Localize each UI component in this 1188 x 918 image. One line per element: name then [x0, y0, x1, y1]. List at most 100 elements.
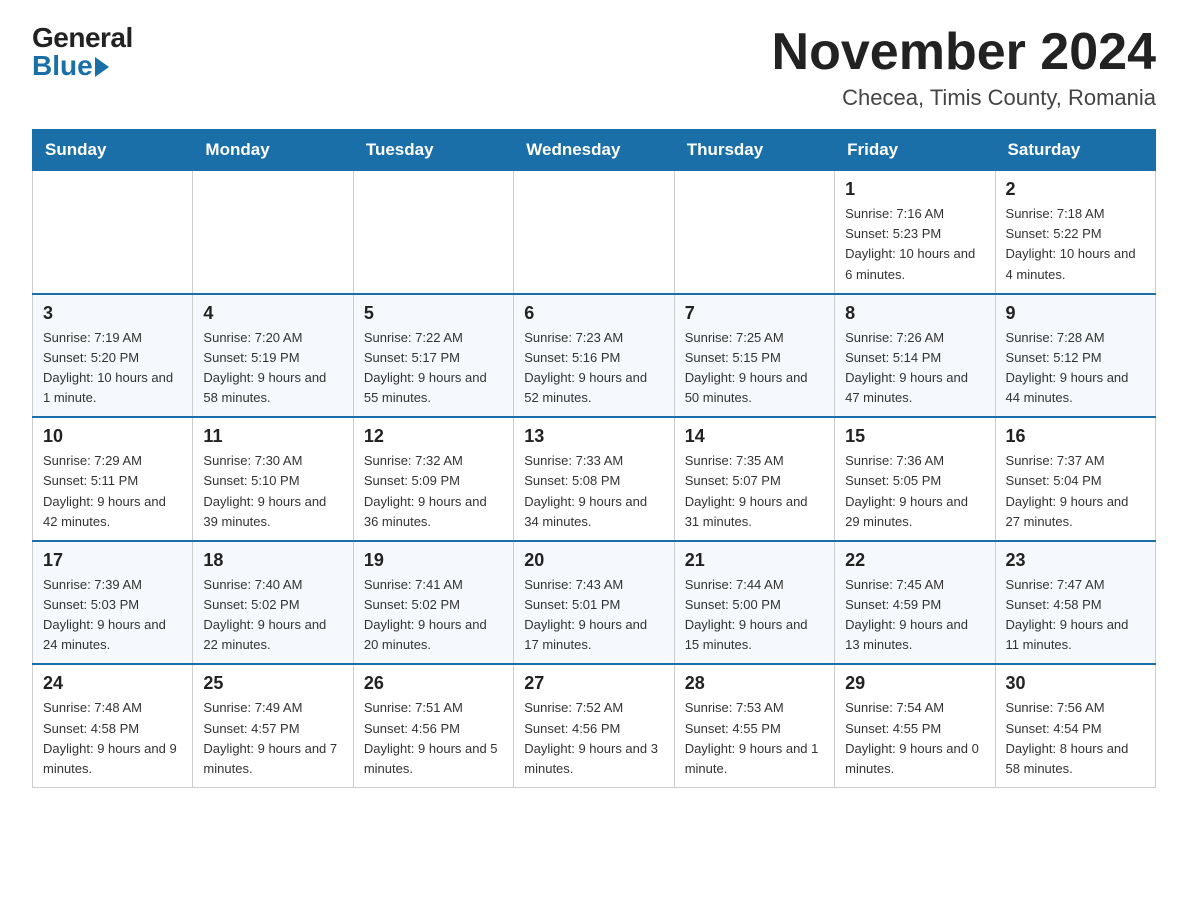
day-number: 27 [524, 673, 663, 694]
day-number: 19 [364, 550, 503, 571]
calendar-cell: 6 Sunrise: 7:23 AM Sunset: 5:16 PM Daylig… [514, 294, 674, 418]
calendar-cell: 27 Sunrise: 7:52 AM Sunset: 4:56 PM Dayli… [514, 664, 674, 787]
calendar-header-tuesday: Tuesday [353, 130, 513, 171]
day-number: 23 [1006, 550, 1145, 571]
calendar-cell [193, 171, 353, 294]
day-number: 5 [364, 303, 503, 324]
day-number: 15 [845, 426, 984, 447]
calendar-cell [514, 171, 674, 294]
day-info: Sunrise: 7:26 AM Sunset: 5:14 PM Dayligh… [845, 328, 984, 409]
day-number: 30 [1006, 673, 1145, 694]
day-number: 16 [1006, 426, 1145, 447]
calendar-header-sunday: Sunday [33, 130, 193, 171]
day-number: 9 [1006, 303, 1145, 324]
day-info: Sunrise: 7:18 AM Sunset: 5:22 PM Dayligh… [1006, 204, 1145, 285]
day-info: Sunrise: 7:22 AM Sunset: 5:17 PM Dayligh… [364, 328, 503, 409]
logo: General Blue [32, 24, 133, 80]
calendar-header-row: SundayMondayTuesdayWednesdayThursdayFrid… [33, 130, 1156, 171]
day-info: Sunrise: 7:30 AM Sunset: 5:10 PM Dayligh… [203, 451, 342, 532]
calendar-cell: 22 Sunrise: 7:45 AM Sunset: 4:59 PM Dayli… [835, 541, 995, 665]
day-number: 26 [364, 673, 503, 694]
day-info: Sunrise: 7:32 AM Sunset: 5:09 PM Dayligh… [364, 451, 503, 532]
day-info: Sunrise: 7:28 AM Sunset: 5:12 PM Dayligh… [1006, 328, 1145, 409]
day-number: 2 [1006, 179, 1145, 200]
calendar-cell: 18 Sunrise: 7:40 AM Sunset: 5:02 PM Dayli… [193, 541, 353, 665]
logo-triangle-icon [95, 57, 109, 77]
day-info: Sunrise: 7:47 AM Sunset: 4:58 PM Dayligh… [1006, 575, 1145, 656]
header: General Blue November 2024 Checea, Timis… [32, 24, 1156, 111]
day-number: 7 [685, 303, 824, 324]
logo-blue-text: Blue [32, 52, 93, 80]
day-info: Sunrise: 7:16 AM Sunset: 5:23 PM Dayligh… [845, 204, 984, 285]
day-number: 14 [685, 426, 824, 447]
calendar-header-wednesday: Wednesday [514, 130, 674, 171]
calendar-cell: 26 Sunrise: 7:51 AM Sunset: 4:56 PM Dayli… [353, 664, 513, 787]
day-number: 4 [203, 303, 342, 324]
calendar-week-row: 1Sunrise: 7:16 AM Sunset: 5:23 PM Daylig… [33, 171, 1156, 294]
day-info: Sunrise: 7:23 AM Sunset: 5:16 PM Dayligh… [524, 328, 663, 409]
calendar-title: November 2024 [772, 24, 1156, 81]
day-number: 29 [845, 673, 984, 694]
calendar-cell [33, 171, 193, 294]
day-number: 20 [524, 550, 663, 571]
calendar-cell: 17Sunrise: 7:39 AM Sunset: 5:03 PM Dayli… [33, 541, 193, 665]
calendar-cell: 7Sunrise: 7:25 AM Sunset: 5:15 PM Daylig… [674, 294, 834, 418]
day-info: Sunrise: 7:19 AM Sunset: 5:20 PM Dayligh… [43, 328, 182, 409]
calendar-header-friday: Friday [835, 130, 995, 171]
calendar-cell: 20 Sunrise: 7:43 AM Sunset: 5:01 PM Dayli… [514, 541, 674, 665]
calendar-header-monday: Monday [193, 130, 353, 171]
calendar-cell: 3 Sunrise: 7:19 AM Sunset: 5:20 PM Daylig… [33, 294, 193, 418]
calendar-cell: 25Sunrise: 7:49 AM Sunset: 4:57 PM Dayli… [193, 664, 353, 787]
day-number: 18 [203, 550, 342, 571]
calendar-cell: 15 Sunrise: 7:36 AM Sunset: 5:05 PM Dayli… [835, 417, 995, 541]
calendar-cell: 10Sunrise: 7:29 AM Sunset: 5:11 PM Dayli… [33, 417, 193, 541]
day-number: 24 [43, 673, 182, 694]
day-info: Sunrise: 7:51 AM Sunset: 4:56 PM Dayligh… [364, 698, 503, 779]
day-info: Sunrise: 7:40 AM Sunset: 5:02 PM Dayligh… [203, 575, 342, 656]
calendar-cell: 5 Sunrise: 7:22 AM Sunset: 5:17 PM Daylig… [353, 294, 513, 418]
day-info: Sunrise: 7:54 AM Sunset: 4:55 PM Dayligh… [845, 698, 984, 779]
calendar-cell: 28 Sunrise: 7:53 AM Sunset: 4:55 PM Dayli… [674, 664, 834, 787]
day-info: Sunrise: 7:53 AM Sunset: 4:55 PM Dayligh… [685, 698, 824, 779]
calendar-week-row: 17Sunrise: 7:39 AM Sunset: 5:03 PM Dayli… [33, 541, 1156, 665]
day-info: Sunrise: 7:39 AM Sunset: 5:03 PM Dayligh… [43, 575, 182, 656]
day-info: Sunrise: 7:35 AM Sunset: 5:07 PM Dayligh… [685, 451, 824, 532]
day-info: Sunrise: 7:56 AM Sunset: 4:54 PM Dayligh… [1006, 698, 1145, 779]
title-block: November 2024 Checea, Timis County, Roma… [772, 24, 1156, 111]
calendar-cell: 4Sunrise: 7:20 AM Sunset: 5:19 PM Daylig… [193, 294, 353, 418]
calendar-cell: 2 Sunrise: 7:18 AM Sunset: 5:22 PM Daylig… [995, 171, 1155, 294]
calendar-cell: 1Sunrise: 7:16 AM Sunset: 5:23 PM Daylig… [835, 171, 995, 294]
calendar-week-row: 3 Sunrise: 7:19 AM Sunset: 5:20 PM Daylig… [33, 294, 1156, 418]
calendar-week-row: 24Sunrise: 7:48 AM Sunset: 4:58 PM Dayli… [33, 664, 1156, 787]
day-number: 8 [845, 303, 984, 324]
day-number: 13 [524, 426, 663, 447]
calendar-header-saturday: Saturday [995, 130, 1155, 171]
calendar-header-thursday: Thursday [674, 130, 834, 171]
day-info: Sunrise: 7:44 AM Sunset: 5:00 PM Dayligh… [685, 575, 824, 656]
day-number: 3 [43, 303, 182, 324]
day-info: Sunrise: 7:41 AM Sunset: 5:02 PM Dayligh… [364, 575, 503, 656]
calendar-week-row: 10Sunrise: 7:29 AM Sunset: 5:11 PM Dayli… [33, 417, 1156, 541]
day-number: 6 [524, 303, 663, 324]
calendar-cell: 16Sunrise: 7:37 AM Sunset: 5:04 PM Dayli… [995, 417, 1155, 541]
calendar-subtitle: Checea, Timis County, Romania [772, 85, 1156, 111]
calendar-cell [353, 171, 513, 294]
day-number: 22 [845, 550, 984, 571]
day-number: 28 [685, 673, 824, 694]
calendar-cell: 21Sunrise: 7:44 AM Sunset: 5:00 PM Dayli… [674, 541, 834, 665]
day-info: Sunrise: 7:52 AM Sunset: 4:56 PM Dayligh… [524, 698, 663, 779]
day-number: 12 [364, 426, 503, 447]
calendar-cell: 11Sunrise: 7:30 AM Sunset: 5:10 PM Dayli… [193, 417, 353, 541]
day-info: Sunrise: 7:45 AM Sunset: 4:59 PM Dayligh… [845, 575, 984, 656]
day-info: Sunrise: 7:33 AM Sunset: 5:08 PM Dayligh… [524, 451, 663, 532]
calendar-cell: 30 Sunrise: 7:56 AM Sunset: 4:54 PM Dayli… [995, 664, 1155, 787]
logo-general-text: General [32, 24, 133, 52]
day-info: Sunrise: 7:43 AM Sunset: 5:01 PM Dayligh… [524, 575, 663, 656]
calendar-cell: 19 Sunrise: 7:41 AM Sunset: 5:02 PM Dayli… [353, 541, 513, 665]
calendar-table: SundayMondayTuesdayWednesdayThursdayFrid… [32, 129, 1156, 788]
day-number: 25 [203, 673, 342, 694]
day-info: Sunrise: 7:36 AM Sunset: 5:05 PM Dayligh… [845, 451, 984, 532]
calendar-cell: 9 Sunrise: 7:28 AM Sunset: 5:12 PM Daylig… [995, 294, 1155, 418]
calendar-cell: 23 Sunrise: 7:47 AM Sunset: 4:58 PM Dayli… [995, 541, 1155, 665]
calendar-cell: 8 Sunrise: 7:26 AM Sunset: 5:14 PM Daylig… [835, 294, 995, 418]
